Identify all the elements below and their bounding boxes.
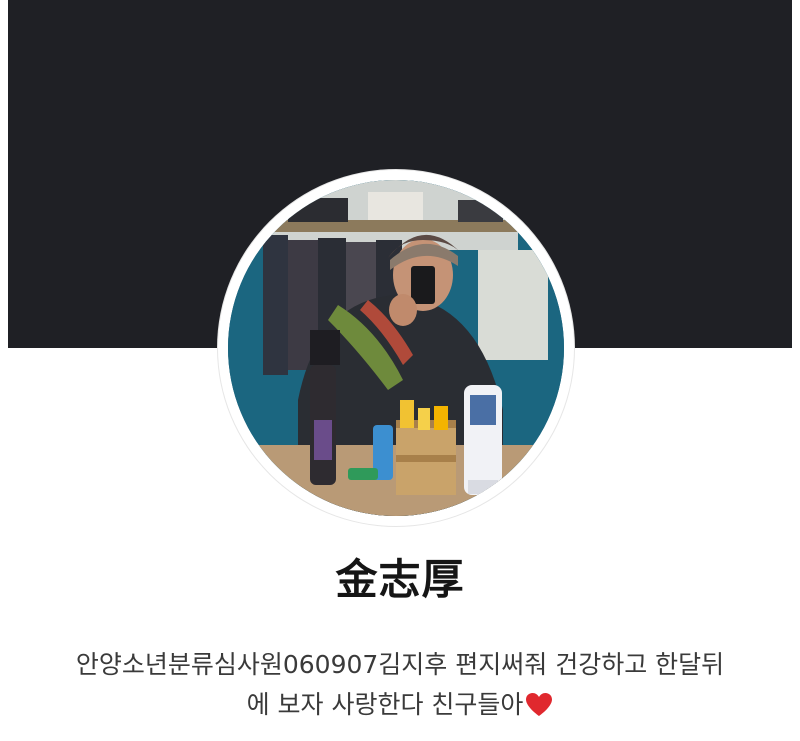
status-message-line-1: 안양소년분류심사원060907김지후 편지써줘 건강하고 한달뒤 bbox=[75, 650, 725, 679]
status-message: 안양소년분류심사원060907김지후 편지써줘 건강하고 한달뒤 에 보자 사랑… bbox=[8, 645, 792, 725]
heart-icon bbox=[526, 693, 553, 716]
status-message-line-2-text: 에 보자 사랑한다 친구들아 bbox=[246, 690, 524, 719]
avatar-photo-scene bbox=[228, 180, 564, 516]
status-message-line-2: 에 보자 사랑한다 친구들아 bbox=[8, 685, 792, 725]
profile-name: 金志厚 bbox=[335, 555, 465, 604]
avatar-photo bbox=[228, 180, 564, 516]
profile-avatar[interactable] bbox=[218, 170, 574, 526]
